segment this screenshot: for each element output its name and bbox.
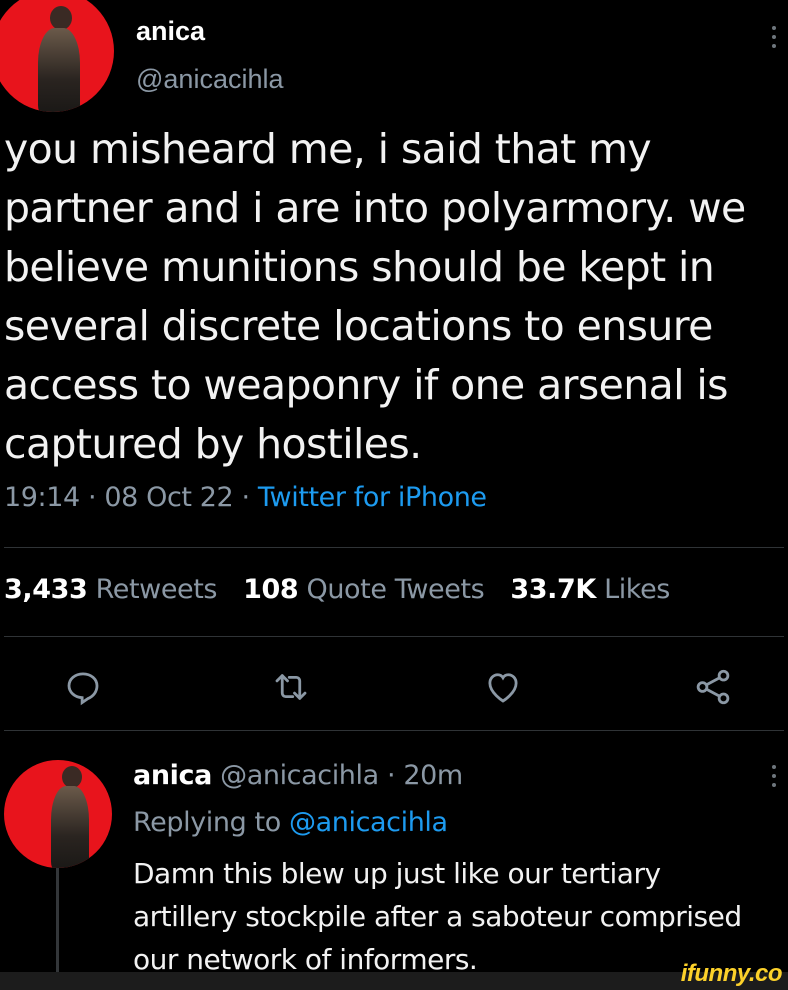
retweet-button[interactable]: [270, 666, 312, 708]
tweet-meta: 19:14 · 08 Oct 22 · Twitter for iPhone: [4, 482, 487, 513]
reply-avatar[interactable]: [4, 760, 112, 868]
likes-count: 33.7K: [510, 574, 596, 605]
replying-prefix: Replying to: [133, 807, 281, 838]
retweets-stat[interactable]: 3,433 Retweets: [4, 574, 218, 605]
like-icon: [488, 673, 518, 703]
replying-to: Replying to @anicacihla: [133, 807, 448, 838]
display-name[interactable]: anica: [136, 16, 205, 47]
quotes-count: 108: [243, 574, 299, 605]
meta-separator: ·: [378, 760, 404, 791]
user-handle[interactable]: @anicacihla: [136, 64, 284, 95]
reply-button[interactable]: [62, 666, 104, 708]
share-button[interactable]: [692, 666, 734, 708]
retweets-count: 3,433: [4, 574, 88, 605]
likes-stat[interactable]: 33.7K Likes: [510, 574, 670, 605]
avatar[interactable]: [0, 0, 114, 112]
retweets-label: Retweets: [95, 574, 218, 605]
divider: [4, 547, 784, 548]
quotes-stat[interactable]: 108 Quote Tweets: [243, 574, 485, 605]
divider: [4, 636, 784, 637]
watermark-bar: [0, 972, 788, 990]
quotes-label: Quote Tweets: [306, 574, 485, 605]
more-options-icon[interactable]: [771, 26, 777, 48]
tweet-source-link[interactable]: Twitter for iPhone: [258, 482, 487, 513]
reply-age[interactable]: 20m: [403, 760, 463, 791]
meta-separator: ·: [79, 482, 105, 513]
tweet-page: anica @anicacihla you misheard me, i sai…: [0, 0, 788, 990]
meta-separator: ·: [233, 482, 258, 513]
thread-line: [56, 868, 59, 978]
like-button[interactable]: [482, 666, 524, 708]
reply-handle[interactable]: @anicacihla: [220, 760, 379, 791]
share-icon: [696, 669, 730, 705]
retweet-icon: [275, 674, 307, 700]
mention-link[interactable]: @anicacihla: [289, 807, 448, 838]
tweet-text: you misheard me, i said that my partner …: [4, 125, 746, 468]
tweet-date[interactable]: 08 Oct 22: [104, 482, 233, 513]
watermark-logo: ifunny.co: [680, 960, 783, 987]
engagement-stats: 3,433 Retweets 108 Quote Tweets 33.7K Like…: [4, 574, 670, 605]
reply-icon: [67, 672, 99, 706]
reply-display-name[interactable]: anica: [133, 760, 212, 791]
divider: [4, 730, 784, 731]
reply-header: anica @anicacihla · 20m: [133, 760, 463, 791]
tweet-time: 19:14: [4, 482, 80, 513]
more-options-icon[interactable]: [771, 765, 777, 787]
likes-label: Likes: [604, 574, 670, 605]
